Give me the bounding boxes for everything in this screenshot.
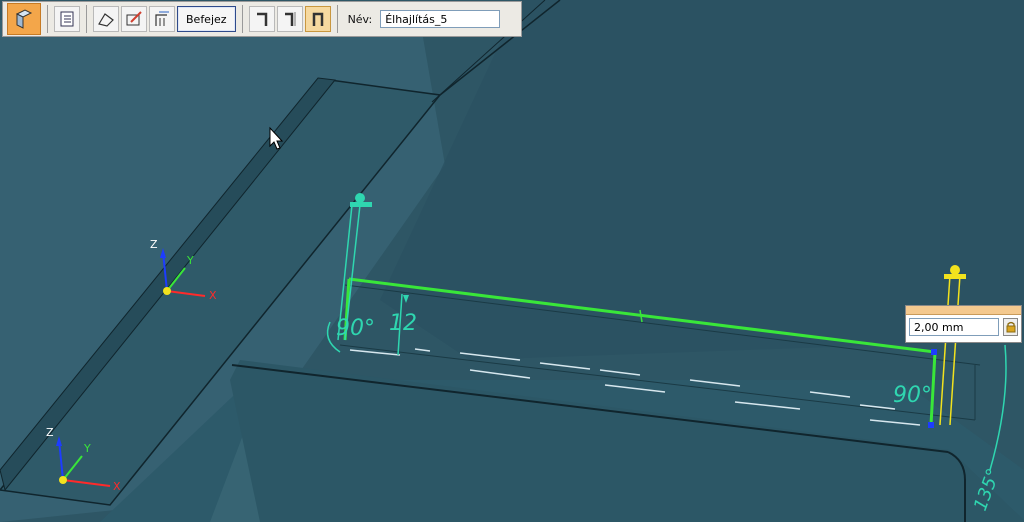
axis-x-label-lower: X [113,480,121,493]
axis-z-label-lower: Z [46,426,54,439]
flange-feature-button[interactable] [7,3,41,35]
extent-button[interactable] [149,6,175,32]
axis-y-label-lower: Y [83,442,91,455]
extent-icon [155,11,169,26]
toolbar-separator [47,5,48,33]
lock-button[interactable] [1003,318,1018,336]
options-button[interactable] [54,6,80,32]
options-list-icon [60,11,74,27]
finish-button[interactable]: Befejez [177,6,236,32]
dimension-value-input[interactable] [909,318,999,336]
axis-x-label: X [209,289,217,302]
feature-name-input[interactable] [380,10,501,28]
dimension-box-handle[interactable] [906,306,1021,315]
dimension-12-label[interactable]: 12 [389,311,417,336]
dimension-90-left-label[interactable]: 90° [336,316,375,341]
bend-outside-icon [312,12,323,26]
toolbar-separator-3 [241,5,243,33]
toolbar-separator-2 [86,5,87,33]
command-bar: Befejez Név: [2,1,522,37]
flange-icon [15,9,33,29]
material-outside-icon [284,12,296,26]
dimension-edit-box [905,305,1022,343]
sketch-vertex-handle-bottom[interactable] [928,422,934,428]
bend-outside-button[interactable] [304,6,331,32]
name-label: Név: [347,12,373,26]
toolbar-separator-4 [336,5,338,33]
pencil-icon [126,11,142,26]
material-outside-button[interactable] [276,6,303,32]
select-edge-icon [98,13,114,27]
material-inside-icon [256,12,267,26]
sketch-vertex-handle[interactable] [931,349,937,355]
profile-sketch-button[interactable] [121,6,147,32]
axis-y-label: Y [186,254,194,267]
lock-icon [1006,321,1015,333]
dimension-90-right-label[interactable]: 90° [893,383,932,408]
3d-viewport[interactable]: 90° 12 90° 135° Z Y X Z Y X [0,0,1024,522]
axis-z-label: Z [150,238,158,251]
material-inside-button[interactable] [248,6,275,32]
select-edge-button[interactable] [93,6,119,32]
